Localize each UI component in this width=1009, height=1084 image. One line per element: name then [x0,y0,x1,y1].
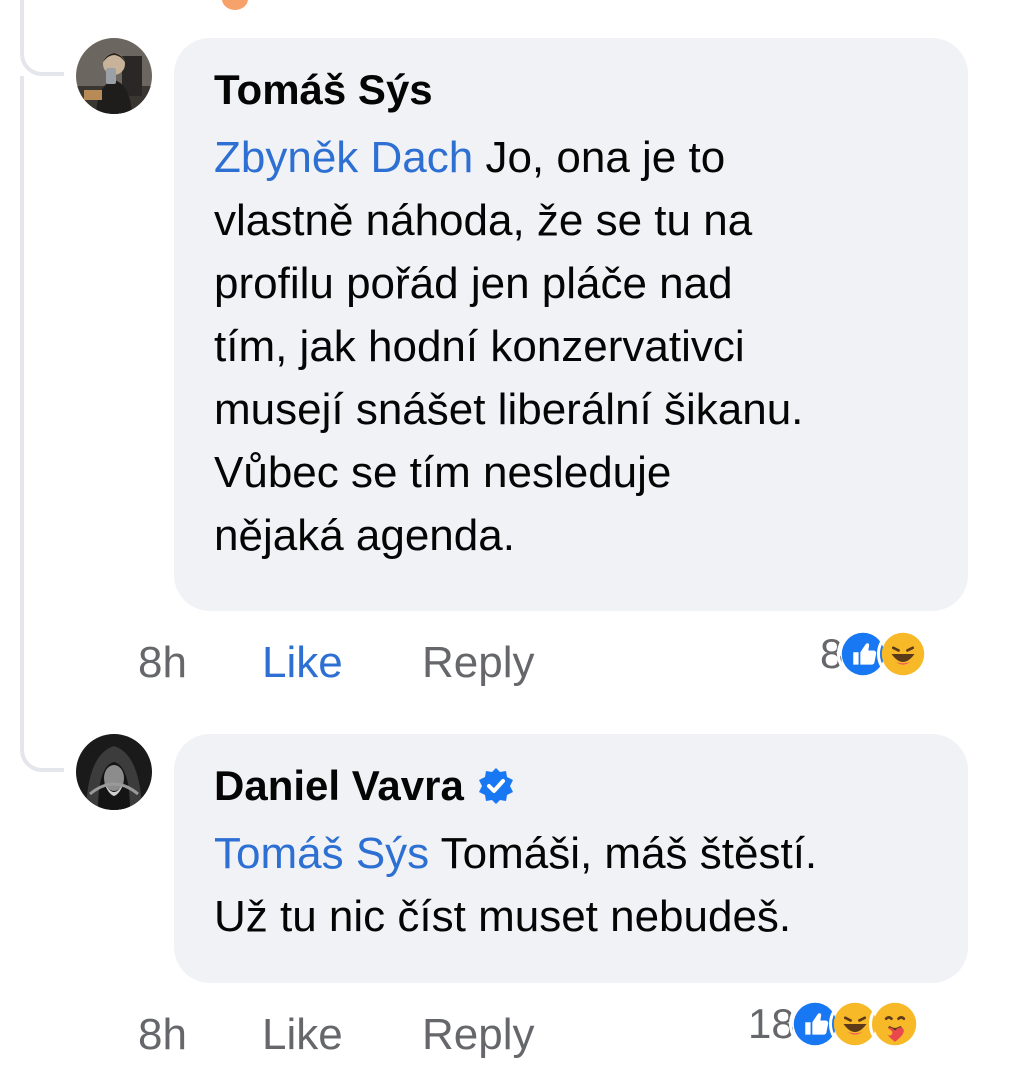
comment-actions: 8h Like Reply [138,1010,535,1060]
comment-author[interactable]: Tomáš Sýs [214,66,433,114]
comment-bubble: Daniel Vavra Tomáš Sýs Tomáši, máš štěst… [174,734,968,983]
comment-text: Zbyněk Dach Jo, ona je to vlastně náhoda… [214,126,928,567]
comment-author[interactable]: Daniel Vavra [214,762,464,810]
thread-connector [20,40,64,76]
reaction-count: 18 [748,1000,795,1047]
mention-link[interactable]: Zbyněk Dach [214,133,473,182]
thread-connector [20,736,64,772]
comment-timestamp[interactable]: 8h [138,1010,262,1060]
comment-text: Tomáš Sýs Tomáši, máš štěstí. Už tu nic … [214,822,928,948]
comment-body: Jo, ona je to vlastně náhoda, že se tu n… [214,133,804,560]
mention-link[interactable]: Tomáš Sýs [214,829,429,878]
thread-line [20,0,24,40]
reaction-summary[interactable]: 18 [748,998,921,1050]
care-icon [868,998,921,1050]
comment-actions: 8h Like Reply [138,638,535,688]
like-button[interactable]: Like [262,1010,422,1060]
reaction-icon-partial [222,0,248,10]
haha-icon [877,628,930,680]
reply-button[interactable]: Reply [422,638,535,688]
comment-bubble: Tomáš Sýs Zbyněk Dach Jo, ona je to vlas… [174,38,968,611]
avatar[interactable] [76,734,152,810]
reaction-summary[interactable]: 8 [820,628,930,680]
avatar[interactable] [76,38,152,114]
like-button[interactable]: Like [262,638,422,688]
reply-button[interactable]: Reply [422,1010,535,1060]
verified-badge-icon [476,766,516,806]
thread-line [20,76,24,736]
comment-timestamp[interactable]: 8h [138,638,262,688]
